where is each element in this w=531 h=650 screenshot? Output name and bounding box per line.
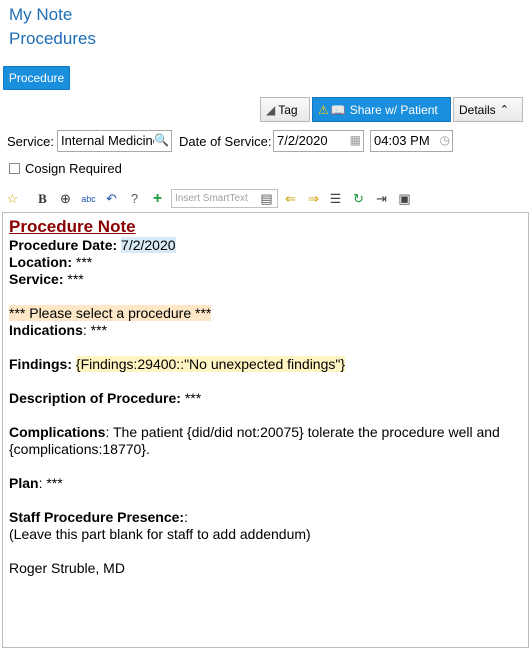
description-label: Description of Procedure: <box>9 390 181 406</box>
plan-label: Plan <box>9 475 39 491</box>
note-title: Procedure Note <box>9 217 136 236</box>
location-label: Location: <box>9 254 72 270</box>
star-icon[interactable]: ☆ <box>4 190 21 207</box>
details-label: Details <box>459 102 496 117</box>
service-note-label: Service: <box>9 271 64 287</box>
tag-label: Tag <box>278 102 298 117</box>
description-value[interactable]: *** <box>185 390 201 406</box>
smarttext-list-icon[interactable]: ▤ <box>258 190 275 207</box>
tag-button[interactable]: ◢ Tag <box>260 97 310 122</box>
contact-icon[interactable]: ▣ <box>396 190 413 207</box>
plan-value[interactable]: : *** <box>39 475 63 491</box>
procedure-date-label: Procedure Date: <box>9 237 118 253</box>
staff-presence-note: (Leave this part blank for staff to add … <box>9 526 311 542</box>
book-icon: 📖 <box>330 102 346 117</box>
help-icon[interactable]: ? <box>126 190 143 207</box>
arrow-right-icon[interactable]: ⇒ <box>305 190 322 207</box>
findings-value[interactable]: {Findings:29400::"No unexpected findings… <box>75 356 346 372</box>
time-value: 04:03 PM <box>374 133 430 148</box>
service-note-value[interactable]: *** <box>67 271 83 287</box>
select-procedure-prompt[interactable]: *** Please select a procedure *** <box>9 305 212 321</box>
indications-value[interactable]: : *** <box>83 322 107 338</box>
details-button[interactable]: Details ⌃ <box>453 97 523 122</box>
signature: Roger Struble, MD <box>9 560 125 576</box>
service-label: Service: <box>7 134 54 149</box>
zoom-icon[interactable]: ⊕ <box>57 190 74 207</box>
indications-label: Indications <box>9 322 83 338</box>
undo-icon[interactable]: ↶ <box>103 190 120 207</box>
page-title: My Note <box>9 5 73 24</box>
cosign-label: Cosign Required <box>25 161 122 176</box>
time-field[interactable]: 04:03 PM ◷ <box>370 130 453 152</box>
page-subtitle: Procedures <box>9 29 96 48</box>
location-value[interactable]: *** <box>76 254 92 270</box>
date-of-service-field[interactable]: 7/2/2020 ▦ <box>273 130 364 152</box>
import-icon[interactable]: ⇥ <box>373 190 390 207</box>
clock-icon[interactable]: ◷ <box>440 133 450 147</box>
service-value: Internal Medicine <box>61 133 160 148</box>
procedure-date-value[interactable]: 7/2/2020 <box>121 237 176 253</box>
warning-icon: ⚠ <box>318 102 329 117</box>
arrow-left-icon[interactable]: ⇐ <box>282 190 299 207</box>
calendar-icon[interactable]: ▦ <box>350 133 361 147</box>
tag-icon: ◢ <box>266 102 276 117</box>
findings-label: Findings: <box>9 356 72 372</box>
search-icon[interactable]: 🔍 <box>154 133 169 147</box>
refresh-icon[interactable]: ↻ <box>350 190 367 207</box>
staff-presence-colon: : <box>184 509 188 525</box>
staff-presence-label: Staff Procedure Presence: <box>9 509 185 525</box>
list-icon[interactable]: ☰ <box>327 190 344 207</box>
share-label: Share w/ Patient <box>349 102 438 117</box>
note-editor[interactable]: Procedure Note Procedure Date: 7/2/2020 … <box>2 212 529 648</box>
procedure-button[interactable]: Procedure <box>3 66 70 90</box>
service-field[interactable]: Internal Medicine 🔍 <box>57 130 172 152</box>
cosign-checkbox[interactable] <box>9 163 20 174</box>
bold-icon[interactable]: B <box>34 190 51 207</box>
date-value: 7/2/2020 <box>277 133 328 148</box>
complications-label: Complications <box>9 424 106 440</box>
add-icon[interactable]: + <box>149 190 166 207</box>
spellcheck-icon[interactable]: abc <box>80 190 97 207</box>
share-with-patient-button[interactable]: ⚠ 📖 Share w/ Patient <box>312 97 451 122</box>
date-of-service-label: Date of Service: <box>179 134 272 149</box>
chevron-up-icon: ⌃ <box>499 104 509 116</box>
